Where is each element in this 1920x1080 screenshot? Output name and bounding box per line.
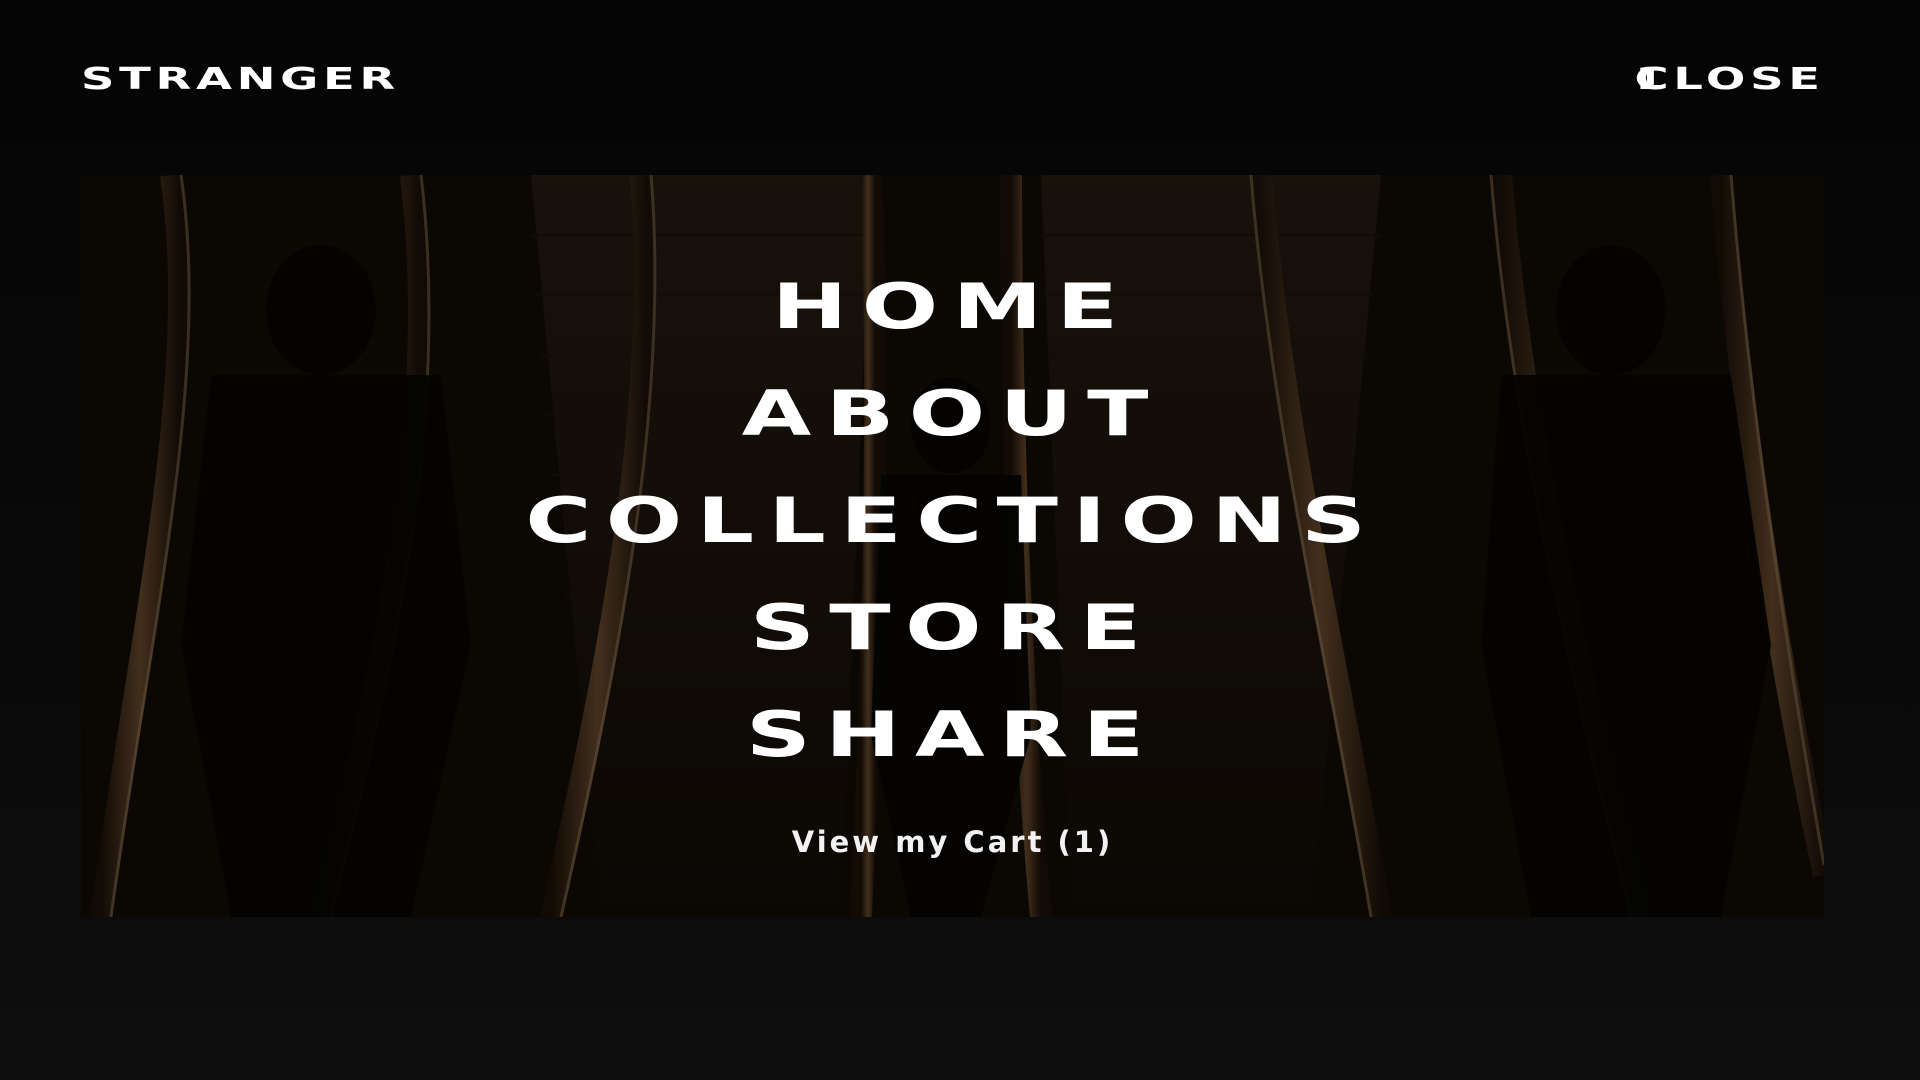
main-menu: HOME ABOUT COLLECTIONS STORE SHARE: [81, 253, 1824, 788]
menu-overlay-page: STRANGER 1 CLOSE HOME ABOUT COLLECTIONS …: [0, 0, 1920, 1080]
menu-item-about[interactable]: ABOUT: [742, 360, 1163, 467]
menu-item-home[interactable]: HOME: [772, 253, 1133, 360]
menu-item-share[interactable]: SHARE: [746, 681, 1159, 788]
header-actions: 1 CLOSE: [1635, 60, 1825, 100]
hero-background-image: HOME ABOUT COLLECTIONS STORE SHARE View …: [81, 175, 1824, 917]
site-logo[interactable]: STRANGER: [81, 60, 400, 100]
menu-item-store[interactable]: STORE: [750, 574, 1156, 681]
view-cart-link[interactable]: View my Cart (1): [81, 825, 1824, 859]
close-menu-button[interactable]: CLOSE: [1635, 60, 1825, 100]
menu-item-collections[interactable]: COLLECTIONS: [525, 467, 1380, 574]
